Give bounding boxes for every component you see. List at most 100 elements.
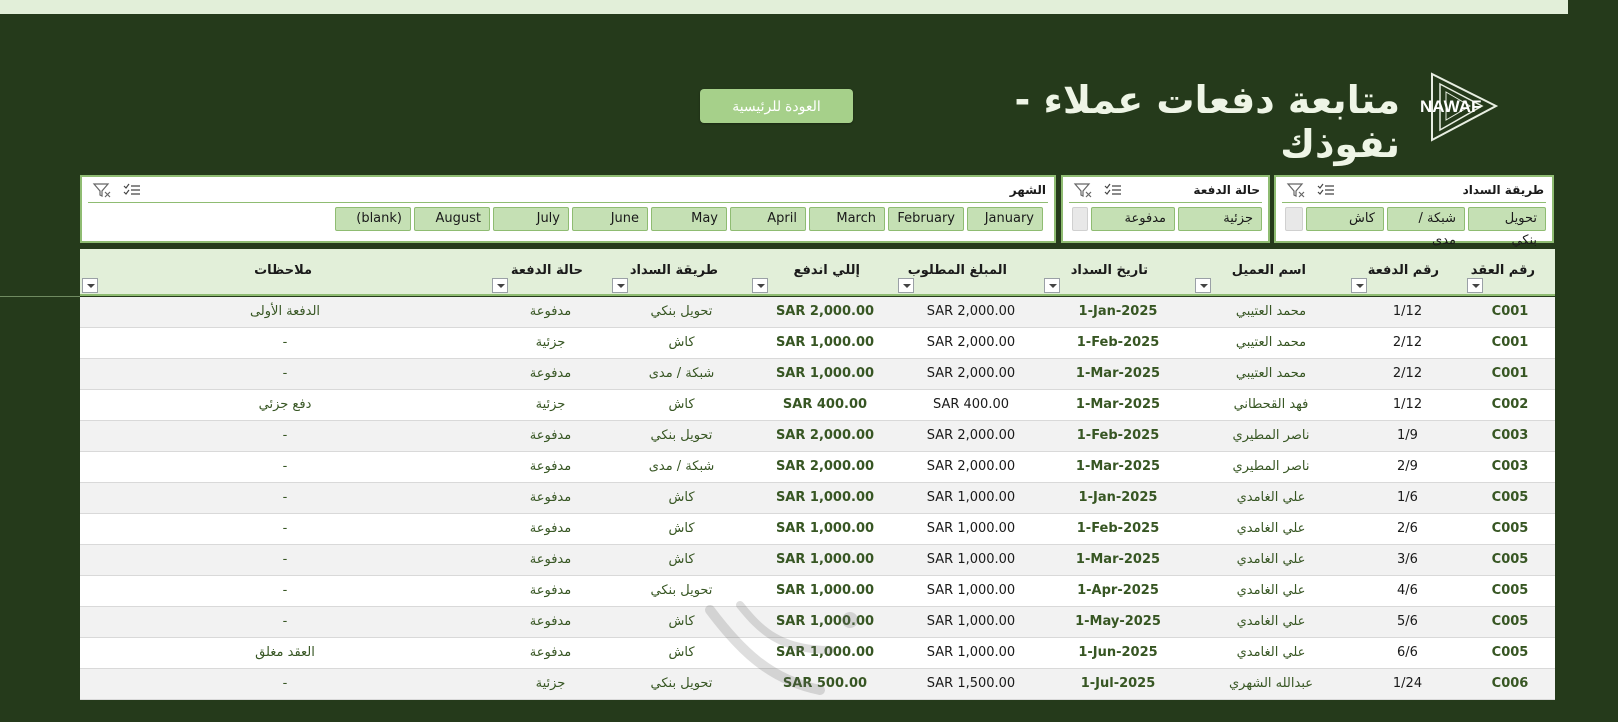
slicer-item[interactable]: (blank) [335, 207, 411, 231]
cell-status[interactable]: مدفوعة [490, 514, 611, 544]
cell-notes[interactable]: - [80, 452, 490, 482]
cell-due-date[interactable]: 1-Mar-2025 [1044, 452, 1192, 482]
cell-amount-paid[interactable]: SAR 1,000.00 [752, 545, 898, 575]
multi-select-icon[interactable] [1103, 182, 1123, 198]
cell-amount-due[interactable]: SAR 1,000.00 [898, 607, 1044, 637]
cell-client-name[interactable]: محمد العتيبي [1192, 297, 1350, 327]
cell-amount-paid[interactable]: SAR 1,000.00 [752, 483, 898, 513]
cell-notes[interactable]: - [80, 359, 490, 389]
cell-amount-paid[interactable]: SAR 1,000.00 [752, 638, 898, 668]
cell-amount-due[interactable]: SAR 1,000.00 [898, 576, 1044, 606]
cell-amount-paid[interactable]: SAR 400.00 [752, 390, 898, 420]
cell-installment-no[interactable]: 2/6 [1350, 514, 1465, 544]
slicer-item[interactable]: April [730, 207, 806, 231]
cell-amount-paid[interactable]: SAR 2,000.00 [752, 421, 898, 451]
cell-status[interactable]: جزئية [490, 390, 611, 420]
table-row[interactable]: C005 6/6 علي الغامدي 1-Jun-2025 SAR 1,000.00… [80, 638, 1555, 669]
cell-status[interactable]: مدفوعة [490, 576, 611, 606]
cell-notes[interactable]: - [80, 514, 490, 544]
cell-status[interactable]: مدفوعة [490, 297, 611, 327]
cell-installment-no[interactable]: 5/6 [1350, 607, 1465, 637]
cell-due-date[interactable]: 1-Mar-2025 [1044, 545, 1192, 575]
cell-installment-no[interactable]: 1/9 [1350, 421, 1465, 451]
cell-contract-no[interactable]: C001 [1465, 359, 1555, 389]
cell-amount-due[interactable]: SAR 2,000.00 [898, 452, 1044, 482]
cell-due-date[interactable]: 1-May-2025 [1044, 607, 1192, 637]
cell-due-date[interactable]: 1-Feb-2025 [1044, 514, 1192, 544]
cell-installment-no[interactable]: 2/9 [1350, 452, 1465, 482]
cell-contract-no[interactable]: C005 [1465, 638, 1555, 668]
cell-amount-due[interactable]: SAR 2,000.00 [898, 297, 1044, 327]
cell-notes[interactable]: - [80, 421, 490, 451]
cell-client-name[interactable]: علي الغامدي [1192, 607, 1350, 637]
cell-contract-no[interactable]: C005 [1465, 576, 1555, 606]
cell-contract-no[interactable]: C003 [1465, 421, 1555, 451]
cell-status[interactable]: مدفوعة [490, 483, 611, 513]
cell-amount-paid[interactable]: SAR 1,000.00 [752, 514, 898, 544]
multi-select-icon[interactable] [1316, 182, 1336, 198]
slicer-item[interactable]: June [572, 207, 648, 231]
cell-amount-paid[interactable]: SAR 1,000.00 [752, 576, 898, 606]
table-row[interactable]: C005 2/6 علي الغامدي 1-Feb-2025 SAR 1,000.00… [80, 514, 1555, 545]
cell-amount-due[interactable]: SAR 2,000.00 [898, 421, 1044, 451]
table-row[interactable]: C006 1/24 عبدالله الشهري 1-Jul-2025 SAR 1,50… [80, 669, 1555, 700]
cell-method[interactable]: كاش [611, 545, 752, 575]
cell-installment-no[interactable]: 2/12 [1350, 328, 1465, 358]
table-row[interactable]: C003 2/9 ناصر المطيري 1-Mar-2025 SAR 2,000.0… [80, 452, 1555, 483]
cell-amount-due[interactable]: SAR 2,000.00 [898, 359, 1044, 389]
table-row[interactable]: C001 2/12 محمد العتيبي 1-Feb-2025 SAR 2,000.… [80, 328, 1555, 359]
multi-select-icon[interactable] [122, 182, 142, 198]
cell-contract-no[interactable]: C001 [1465, 297, 1555, 327]
table-row[interactable]: C005 4/6 علي الغامدي 1-Apr-2025 SAR 1,000.00… [80, 576, 1555, 607]
slicer-item[interactable]: January [967, 207, 1043, 231]
filter-dropdown-button[interactable] [752, 278, 768, 293]
slicer-item[interactable]: March [809, 207, 885, 231]
cell-status[interactable]: مدفوعة [490, 638, 611, 668]
cell-amount-paid[interactable]: SAR 500.00 [752, 669, 898, 699]
cell-status[interactable]: مدفوعة [490, 359, 611, 389]
cell-amount-due[interactable]: SAR 1,000.00 [898, 483, 1044, 513]
cell-due-date[interactable]: 1-Apr-2025 [1044, 576, 1192, 606]
cell-contract-no[interactable]: C001 [1465, 328, 1555, 358]
cell-amount-due[interactable]: SAR 1,000.00 [898, 638, 1044, 668]
cell-method[interactable]: كاش [611, 390, 752, 420]
cell-notes[interactable]: دفع جزئي [80, 390, 490, 420]
cell-installment-no[interactable]: 1/24 [1350, 669, 1465, 699]
cell-contract-no[interactable]: C005 [1465, 607, 1555, 637]
cell-method[interactable]: شبكة / مدى [611, 359, 752, 389]
cell-due-date[interactable]: 1-Mar-2025 [1044, 390, 1192, 420]
cell-due-date[interactable]: 1-Feb-2025 [1044, 328, 1192, 358]
cell-installment-no[interactable]: 1/6 [1350, 483, 1465, 513]
cell-contract-no[interactable]: C002 [1465, 390, 1555, 420]
cell-contract-no[interactable]: C003 [1465, 452, 1555, 482]
cell-due-date[interactable]: 1-Jul-2025 [1044, 669, 1192, 699]
slicer-item[interactable]: شبكة / مدى [1387, 207, 1465, 248]
cell-notes[interactable]: - [80, 669, 490, 699]
cell-method[interactable]: شبكة / مدى [611, 452, 752, 482]
cell-due-date[interactable]: 1-Mar-2025 [1044, 359, 1192, 389]
cell-status[interactable]: مدفوعة [490, 452, 611, 482]
cell-status[interactable]: جزئية [490, 328, 611, 358]
cell-amount-paid[interactable]: SAR 1,000.00 [752, 359, 898, 389]
cell-method[interactable]: كاش [611, 328, 752, 358]
cell-amount-due[interactable]: SAR 1,000.00 [898, 545, 1044, 575]
cell-notes[interactable]: - [80, 545, 490, 575]
cell-client-name[interactable]: فهد القحطاني [1192, 390, 1350, 420]
table-row[interactable]: C005 1/6 علي الغامدي 1-Jan-2025 SAR 1,000.00… [80, 483, 1555, 514]
cell-status[interactable]: جزئية [490, 669, 611, 699]
cell-method[interactable]: تحويل بنكي [611, 669, 752, 699]
cell-status[interactable]: مدفوعة [490, 545, 611, 575]
cell-due-date[interactable]: 1-Jun-2025 [1044, 638, 1192, 668]
slicer-item[interactable]: July [493, 207, 569, 231]
cell-amount-due[interactable]: SAR 400.00 [898, 390, 1044, 420]
cell-due-date[interactable]: 1-Feb-2025 [1044, 421, 1192, 451]
cell-amount-due[interactable]: SAR 2,000.00 [898, 328, 1044, 358]
slicer-item[interactable]: كاش [1306, 207, 1384, 231]
cell-notes[interactable]: - [80, 576, 490, 606]
filter-dropdown-button[interactable] [492, 278, 508, 293]
slicer-item[interactable]: تحويل بنكي [1468, 207, 1546, 248]
filter-dropdown-button[interactable] [1467, 278, 1483, 293]
cell-installment-no[interactable]: 1/12 [1350, 297, 1465, 327]
cell-method[interactable]: كاش [611, 514, 752, 544]
cell-client-name[interactable]: عبدالله الشهري [1192, 669, 1350, 699]
